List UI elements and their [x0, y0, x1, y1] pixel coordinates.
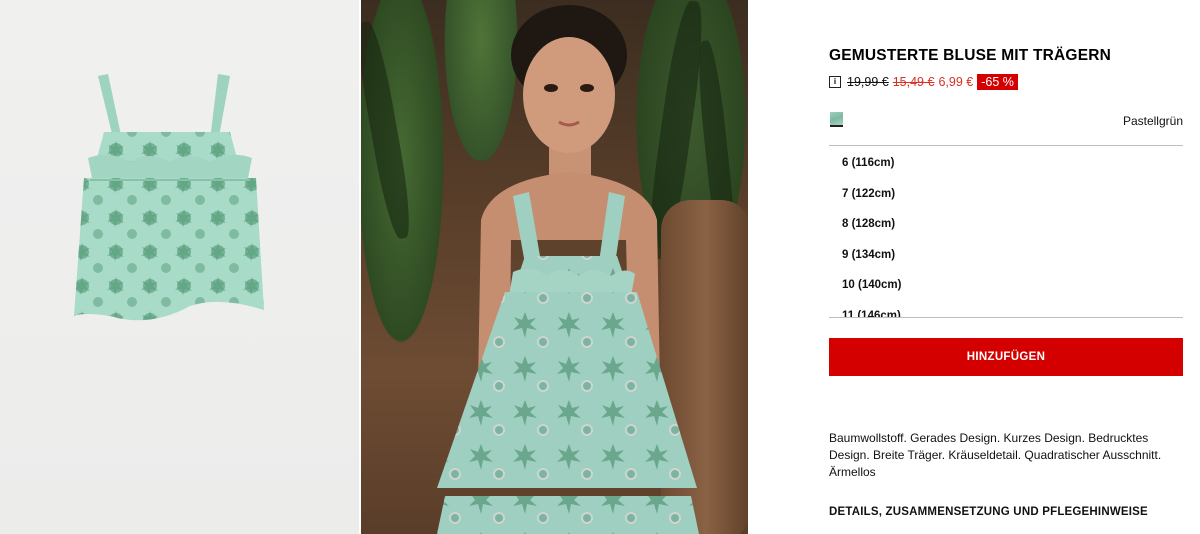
details-composition-care-link[interactable]: DETAILS, ZUSAMMENSETZUNG UND PFLEGEHINWE…	[829, 506, 1148, 518]
size-option[interactable]: 6 (116cm)	[842, 157, 894, 169]
product-description: Baumwollstoff. Gerades Design. Kurzes De…	[829, 431, 1162, 479]
blouse-flat-illustration	[74, 74, 264, 321]
product-image-model[interactable]	[361, 0, 748, 534]
add-to-cart-button[interactable]: HINZUFÜGEN	[829, 338, 1183, 376]
size-option[interactable]: 8 (128cm)	[842, 218, 895, 230]
model-illustration	[437, 5, 699, 534]
product-title: GEMUSTERTE BLUSE MIT TRÄGERN	[829, 47, 1112, 64]
cactus-decoration	[361, 19, 416, 241]
current-price: 6,99 €	[938, 75, 974, 89]
info-icon[interactable]: i	[829, 76, 841, 88]
color-swatch[interactable]	[830, 112, 843, 127]
size-list[interactable]: 6 (116cm) 7 (122cm) 8 (128cm) 9 (134cm) …	[829, 145, 1183, 318]
size-option[interactable]: 7 (122cm)	[842, 188, 895, 200]
product-info: GEMUSTERTE BLUSE MIT TRÄGERN i 19,99 € 1…	[829, 0, 1183, 534]
price-row: i 19,99 € 15,49 € 6,99 € -65 %	[829, 73, 1018, 91]
product-image-flat[interactable]	[0, 0, 359, 534]
original-price: 19,99 €	[847, 75, 889, 89]
size-option[interactable]: 9 (134cm)	[842, 249, 895, 261]
color-name: Pastellgrün	[1122, 114, 1183, 128]
size-option[interactable]: 10 (140cm)	[842, 279, 901, 291]
discount-badge: -65 %	[977, 74, 1018, 90]
previous-price: 15,49 €	[892, 75, 935, 89]
color-selector: Pastellgrün	[829, 110, 1183, 130]
size-option[interactable]: 11 (146cm)	[842, 310, 901, 317]
